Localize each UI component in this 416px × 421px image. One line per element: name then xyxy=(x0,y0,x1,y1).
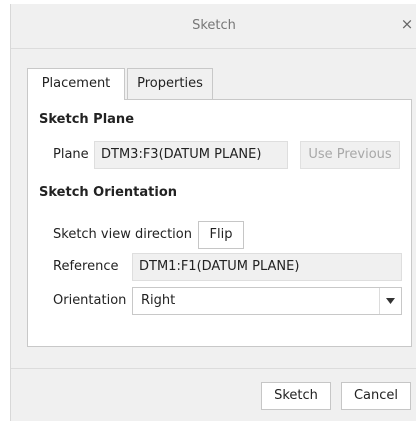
orientation-value: Right xyxy=(141,293,176,308)
tab-placement[interactable]: Placement xyxy=(27,68,125,100)
plane-label: Plane xyxy=(53,147,89,162)
use-previous-button[interactable]: Use Previous xyxy=(300,141,400,169)
reference-label: Reference xyxy=(53,259,119,274)
dialog-title: Sketch xyxy=(192,18,236,33)
sketch-orientation-heading: Sketch Orientation xyxy=(39,185,178,200)
sketch-button[interactable]: Sketch xyxy=(261,382,331,410)
sketch-dialog: Sketch × Placement Properties Sketch Pla… xyxy=(10,4,416,421)
placement-panel: Sketch Plane Plane DTM3:F3(DATUM PLANE) … xyxy=(27,99,412,347)
flip-button[interactable]: Flip xyxy=(198,221,244,249)
title-bar[interactable]: Sketch × xyxy=(11,4,416,48)
cancel-button[interactable]: Cancel xyxy=(341,382,411,410)
close-icon[interactable]: × xyxy=(399,16,415,32)
chevron-down-icon[interactable] xyxy=(379,288,401,314)
footer-divider xyxy=(11,368,416,369)
sketch-plane-heading: Sketch Plane xyxy=(39,112,135,127)
orientation-label: Orientation xyxy=(53,293,127,308)
orientation-select[interactable]: Right xyxy=(132,287,402,315)
view-direction-label: Sketch view direction xyxy=(53,227,192,242)
title-divider xyxy=(11,48,416,49)
tab-properties[interactable]: Properties xyxy=(127,68,213,100)
plane-field[interactable]: DTM3:F3(DATUM PLANE) xyxy=(94,141,288,169)
reference-field[interactable]: DTM1:F1(DATUM PLANE) xyxy=(132,253,402,281)
